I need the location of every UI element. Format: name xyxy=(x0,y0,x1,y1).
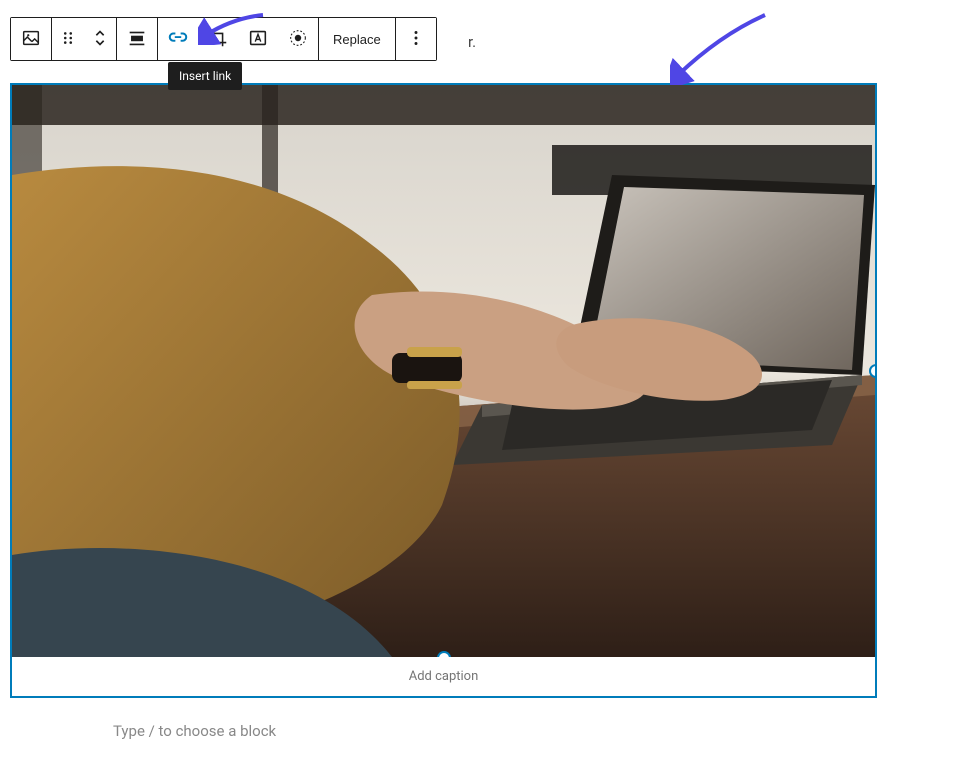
crop-button[interactable] xyxy=(198,18,238,60)
more-options-button[interactable] xyxy=(396,18,436,60)
link-icon xyxy=(167,27,189,52)
block-toolbar: Replace xyxy=(10,17,437,61)
drag-handle-icon xyxy=(57,27,79,52)
insert-link-button[interactable] xyxy=(158,18,198,60)
replace-button[interactable]: Replace xyxy=(319,18,395,60)
text-overlay-button[interactable] xyxy=(238,18,278,60)
block-inserter-text: Type / to choose a block xyxy=(113,722,276,740)
more-vertical-icon xyxy=(405,27,427,52)
move-button[interactable] xyxy=(84,18,116,60)
align-button[interactable] xyxy=(117,18,157,60)
annotation-arrow-right xyxy=(670,10,770,85)
replace-label: Replace xyxy=(333,32,381,47)
tooltip-insert-link: Insert link xyxy=(168,62,242,90)
image-block-button[interactable] xyxy=(11,18,51,60)
duotone-button[interactable] xyxy=(278,18,318,60)
block-inserter-placeholder[interactable]: Type / to choose a block xyxy=(113,722,276,740)
tooltip-text: Insert link xyxy=(179,69,231,83)
image-icon xyxy=(20,27,42,52)
crop-icon xyxy=(207,27,229,52)
text-overlay-icon xyxy=(247,27,269,52)
align-icon xyxy=(126,27,148,52)
chevron-up-down-icon xyxy=(89,27,111,52)
image-content xyxy=(12,85,875,657)
drag-handle-button[interactable] xyxy=(52,18,84,60)
image-area[interactable] xyxy=(12,85,875,657)
caption-input[interactable]: Add caption xyxy=(12,657,875,696)
image-block[interactable]: Add caption xyxy=(10,83,877,698)
caption-placeholder: Add caption xyxy=(409,669,479,684)
background-text: r. xyxy=(468,33,476,51)
duotone-icon xyxy=(287,27,309,52)
